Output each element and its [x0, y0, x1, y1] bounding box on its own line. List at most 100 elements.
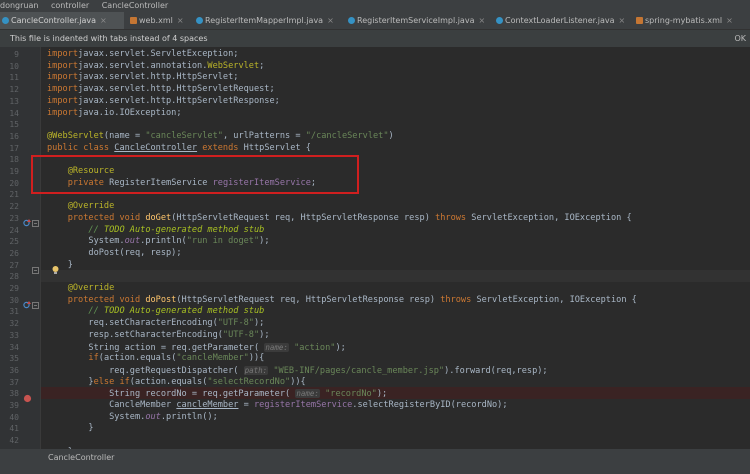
line-number: 33	[9, 330, 19, 340]
close-icon[interactable]: ×	[478, 16, 485, 25]
line-number: 31	[9, 307, 19, 317]
code-line: // TODO Auto-generated method stub	[88, 224, 265, 235]
line-number: 29	[9, 284, 19, 293]
line-number: 15	[9, 120, 19, 130]
xml-file-icon	[636, 17, 643, 24]
fold-icon[interactable]	[32, 213, 39, 232]
line-number: 27	[9, 260, 19, 270]
code-line: if(action.equals("cancleMember")){	[88, 353, 265, 364]
highlight-box	[31, 155, 359, 194]
code-line: System.out.println();	[47, 411, 218, 422]
code-line: req.setCharacterEncoding("UTF-8");	[47, 318, 265, 329]
tab-spring-mybatis-xml[interactable]: spring-mybatis.xml ×	[634, 12, 750, 29]
line-number: 26	[9, 248, 19, 258]
code-line: importjava.io.IOException;	[47, 107, 182, 118]
close-icon[interactable]: ×	[177, 16, 184, 25]
line-number: 28	[9, 272, 19, 282]
fold-icon[interactable]	[32, 295, 39, 314]
line-number: 20	[9, 178, 19, 188]
tab-register-item-mapper-impl[interactable]: RegisterItemMapperImpl.java ×	[194, 12, 344, 29]
notice-text: This file is indented with tabs instead …	[10, 34, 208, 43]
line-number: 19	[9, 167, 19, 176]
fold-icon[interactable]	[32, 260, 39, 279]
line-number: 22	[9, 202, 19, 212]
line-number: 41	[9, 424, 19, 434]
tab-context-loader-listener[interactable]: ContextLoaderListener.java ×	[494, 12, 630, 29]
tab-label: ContextLoaderListener.java	[505, 16, 615, 25]
line-number: 16	[9, 131, 19, 141]
code-line: importjavax.servlet.http.HttpServlet;	[47, 72, 239, 83]
line-number: 37	[9, 377, 19, 387]
line-number: 38	[9, 389, 19, 399]
line-number: 11	[9, 73, 19, 83]
line-number: 34	[9, 342, 19, 352]
code-line: protected void doPost(HttpServletRequest…	[67, 294, 637, 305]
java-class-icon	[496, 17, 503, 24]
line-number: 12	[9, 85, 19, 95]
tab-label: RegisterItemMapperImpl.java	[205, 16, 324, 25]
code-line: @WebServlet(name = "cancleServlet", urlP…	[47, 130, 394, 141]
code-line: // TODO Auto-generated method stub	[88, 306, 265, 317]
line-number: 14	[9, 108, 19, 118]
code-line: protected void doGet(HttpServletRequest …	[67, 212, 632, 223]
line-number: 10	[9, 61, 19, 71]
tab-cancle-controller[interactable]: CancleController.java ×	[0, 12, 124, 29]
code-line: String action = req.getParameter( name: …	[47, 342, 346, 353]
code-line: importjavax.servlet.http.HttpServletRequ…	[47, 84, 275, 95]
line-number: 9	[14, 50, 19, 59]
line-number-gutter[interactable]: 9 10 11 12 13 14 15 16 17 18 19 20 21 22 23 24 25 26 27 28 2…	[0, 47, 40, 457]
indentation-notice: This file is indented with tabs instead …	[0, 30, 750, 47]
line-number: 35	[9, 354, 19, 364]
code-line: CancleMember cancleMember = registerItem…	[47, 400, 508, 410]
code-line: @Override	[67, 201, 115, 212]
line-number: 13	[9, 96, 19, 106]
close-icon[interactable]: ×	[619, 16, 626, 25]
code-line: importjavax.servlet.ServletException;	[47, 49, 239, 59]
xml-file-icon	[130, 17, 137, 24]
code-editor[interactable]: importjavax.servlet.ServletException; imp…	[41, 47, 750, 449]
editor-tab-bar: CancleController.java × web.xml × Register…	[0, 12, 750, 30]
tab-web-xml[interactable]: web.xml ×	[128, 12, 194, 29]
close-icon[interactable]: ×	[100, 16, 107, 25]
code-line: importjavax.servlet.http.HttpServletResp…	[47, 95, 280, 106]
line-number: 21	[9, 190, 19, 200]
java-class-icon	[348, 17, 355, 24]
line-number: 36	[9, 365, 19, 375]
breadcrumb-item[interactable]: CancleController	[102, 1, 168, 10]
code-line: }	[47, 423, 94, 434]
override-icon[interactable]	[23, 295, 32, 314]
line-number: 25	[9, 237, 19, 247]
close-icon[interactable]: ×	[726, 16, 733, 25]
code-line: String recordNo = req.getParameter( name…	[47, 389, 388, 400]
code-line: resp.setCharacterEncoding("UTF-8");	[47, 329, 270, 340]
status-breadcrumb[interactable]: CancleController	[48, 453, 114, 462]
tab-label: spring-mybatis.xml	[645, 16, 723, 25]
code-line: importjavax.servlet.annotation.WebServle…	[47, 60, 265, 71]
line-number: 18	[9, 155, 19, 165]
lightbulb-icon[interactable]	[51, 260, 60, 279]
line-number: 23	[9, 213, 19, 223]
breakpoint-icon[interactable]	[23, 388, 32, 407]
breadcrumb-item[interactable]: controller	[51, 1, 89, 10]
code-line: System.out.println("run in doget");	[47, 236, 270, 247]
line-number: 42	[9, 436, 19, 446]
code-line: req.getRequestDispatcher( path: "WEB-INF…	[47, 365, 548, 376]
tab-label: CancleController.java	[11, 16, 97, 25]
tab-register-item-service-impl[interactable]: RegisterItemServiceImpl.java ×	[346, 12, 492, 29]
caret-row	[41, 270, 750, 283]
line-number: 40	[9, 412, 19, 422]
override-icon[interactable]	[23, 213, 32, 232]
line-number: 17	[9, 143, 19, 153]
line-number: 32	[9, 319, 19, 329]
breadcrumb: dongruan controller CancleController	[0, 0, 750, 12]
code-line: }else if(action.equals("selectRecordNo")…	[47, 376, 306, 387]
notice-ok-link[interactable]: OK	[734, 30, 746, 47]
status-bar: CancleController	[0, 449, 750, 474]
line-number: 30	[9, 295, 19, 305]
close-icon[interactable]: ×	[327, 16, 334, 25]
code-line: @Override	[67, 283, 115, 293]
java-class-icon	[2, 17, 9, 24]
line-number: 24	[9, 225, 19, 235]
code-line: doPost(req, resp);	[47, 247, 182, 258]
breadcrumb-item[interactable]: dongruan	[0, 1, 38, 10]
